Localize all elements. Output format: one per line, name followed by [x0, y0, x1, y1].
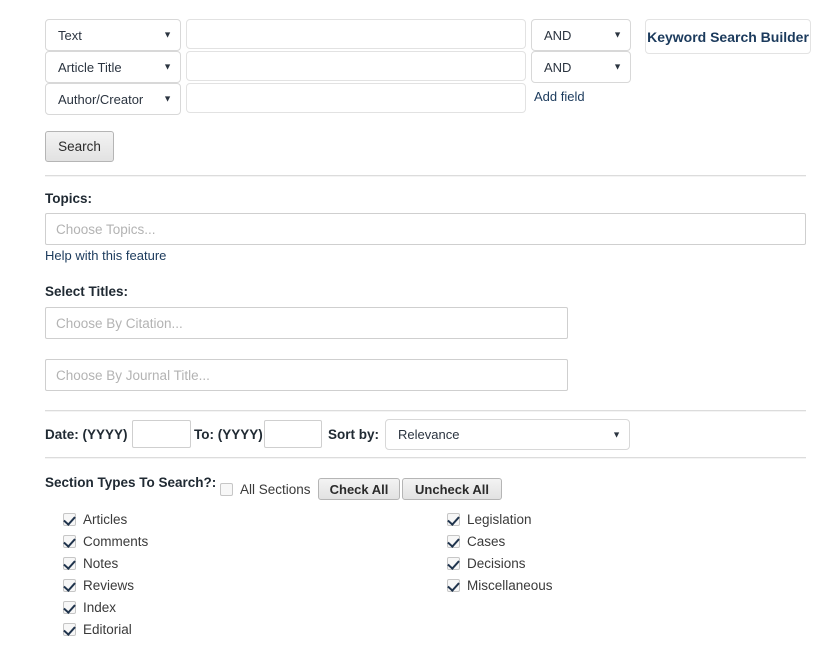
check-all-label: Check All [329, 481, 389, 497]
section-label: Decisions [467, 556, 526, 571]
check-all-button[interactable]: Check All [318, 478, 400, 500]
section-label: Miscellaneous [467, 578, 553, 593]
section-checkbox-miscellaneous[interactable]: Miscellaneous [447, 578, 553, 593]
select-titles-label: Select Titles: [45, 284, 129, 299]
section-types-label: Section Types To Search?: [45, 475, 217, 490]
section-checkbox-decisions[interactable]: Decisions [447, 556, 526, 571]
checkbox-checked-icon[interactable] [63, 623, 76, 636]
date-from-label: Date: (YYYY) [45, 427, 128, 442]
chevron-down-icon: ▼ [613, 29, 622, 40]
section-checkbox-index[interactable]: Index [63, 600, 116, 615]
section-checkbox-editorial[interactable]: Editorial [63, 622, 132, 637]
field-select-row-3[interactable]: Author/Creator ▼ [45, 83, 181, 115]
citation-input-placeholder: Choose By Citation... [56, 315, 183, 331]
sort-by-label: Sort by: [328, 427, 380, 442]
divider-bottom [45, 457, 806, 459]
journal-title-input-placeholder: Choose By Journal Title... [56, 367, 210, 383]
section-label: Legislation [467, 512, 532, 527]
search-input-row-1[interactable] [186, 19, 526, 49]
checkbox-checked-icon[interactable] [63, 513, 76, 526]
checkbox-checked-icon[interactable] [63, 557, 76, 570]
section-checkbox-legislation[interactable]: Legislation [447, 512, 532, 527]
section-label: Editorial [83, 622, 132, 637]
keyword-search-builder-label: Keyword Search Builder [647, 28, 809, 45]
chevron-down-icon: ▼ [163, 93, 172, 104]
add-field-link[interactable]: Add field [534, 89, 585, 104]
section-label: Notes [83, 556, 119, 571]
section-label: Articles [83, 512, 128, 527]
checkbox-checked-icon[interactable] [447, 579, 460, 592]
section-label: Index [83, 600, 117, 615]
section-checkbox-articles[interactable]: Articles [63, 512, 127, 527]
field-select-row-2-value: Article Title [58, 59, 122, 75]
operator-select-row-1-value: AND [544, 27, 572, 43]
section-label: Reviews [83, 578, 135, 593]
date-to-label: To: (YYYY) [194, 427, 263, 442]
all-sections-checkbox-row[interactable]: All Sections [220, 482, 311, 497]
field-select-row-1-value: Text [58, 27, 82, 43]
checkbox-checked-icon[interactable] [447, 513, 460, 526]
field-select-row-2[interactable]: Article Title ▼ [45, 51, 181, 83]
search-input-row-3[interactable] [186, 83, 526, 113]
topics-help-label: Help with this feature [45, 248, 167, 263]
sort-by-select[interactable]: Relevance ▼ [385, 419, 630, 450]
divider-top [45, 175, 806, 177]
field-select-row-1[interactable]: Text ▼ [45, 19, 181, 51]
section-checkbox-comments[interactable]: Comments [63, 534, 148, 549]
topics-label: Topics: [45, 191, 92, 206]
checkbox-checked-icon[interactable] [63, 535, 76, 548]
date-from-input[interactable] [132, 420, 191, 448]
chevron-down-icon: ▼ [163, 61, 172, 72]
topics-input-placeholder: Choose Topics... [56, 221, 156, 237]
search-button-label: Search [58, 139, 101, 154]
date-to-input[interactable] [264, 420, 322, 448]
citation-input[interactable]: Choose By Citation... [45, 307, 568, 339]
field-select-row-3-value: Author/Creator [58, 91, 144, 107]
section-checkbox-reviews[interactable]: Reviews [63, 578, 134, 593]
uncheck-all-button[interactable]: Uncheck All [402, 478, 502, 500]
checkbox-checked-icon[interactable] [63, 579, 76, 592]
chevron-down-icon: ▼ [612, 429, 621, 439]
divider-middle [45, 410, 806, 412]
section-label: Comments [83, 534, 149, 549]
section-checkbox-notes[interactable]: Notes [63, 556, 118, 571]
operator-select-row-2[interactable]: AND ▼ [531, 51, 631, 83]
add-field-label: Add field [534, 89, 585, 104]
search-button[interactable]: Search [45, 131, 114, 162]
checkbox-checked-icon[interactable] [63, 601, 76, 614]
uncheck-all-label: Uncheck All [415, 481, 489, 497]
section-checkbox-cases[interactable]: Cases [447, 534, 505, 549]
journal-title-input[interactable]: Choose By Journal Title... [45, 359, 568, 391]
advanced-search-form: Text ▼ AND ▼ Keyword Search Builder Arti… [0, 0, 837, 647]
keyword-search-builder-button[interactable]: Keyword Search Builder [645, 19, 811, 54]
all-sections-checkbox-icon[interactable] [220, 483, 233, 496]
checkbox-checked-icon[interactable] [447, 535, 460, 548]
checkbox-checked-icon[interactable] [447, 557, 460, 570]
section-label: Cases [467, 534, 506, 549]
sort-by-value: Relevance [398, 427, 460, 442]
all-sections-label: All Sections [240, 482, 311, 497]
chevron-down-icon: ▼ [163, 29, 172, 40]
operator-select-row-2-value: AND [544, 59, 572, 75]
topics-help-link[interactable]: Help with this feature [45, 248, 166, 263]
search-input-row-2[interactable] [186, 51, 526, 81]
chevron-down-icon: ▼ [613, 61, 622, 72]
operator-select-row-1[interactable]: AND ▼ [531, 19, 631, 51]
topics-input[interactable]: Choose Topics... [45, 213, 806, 245]
